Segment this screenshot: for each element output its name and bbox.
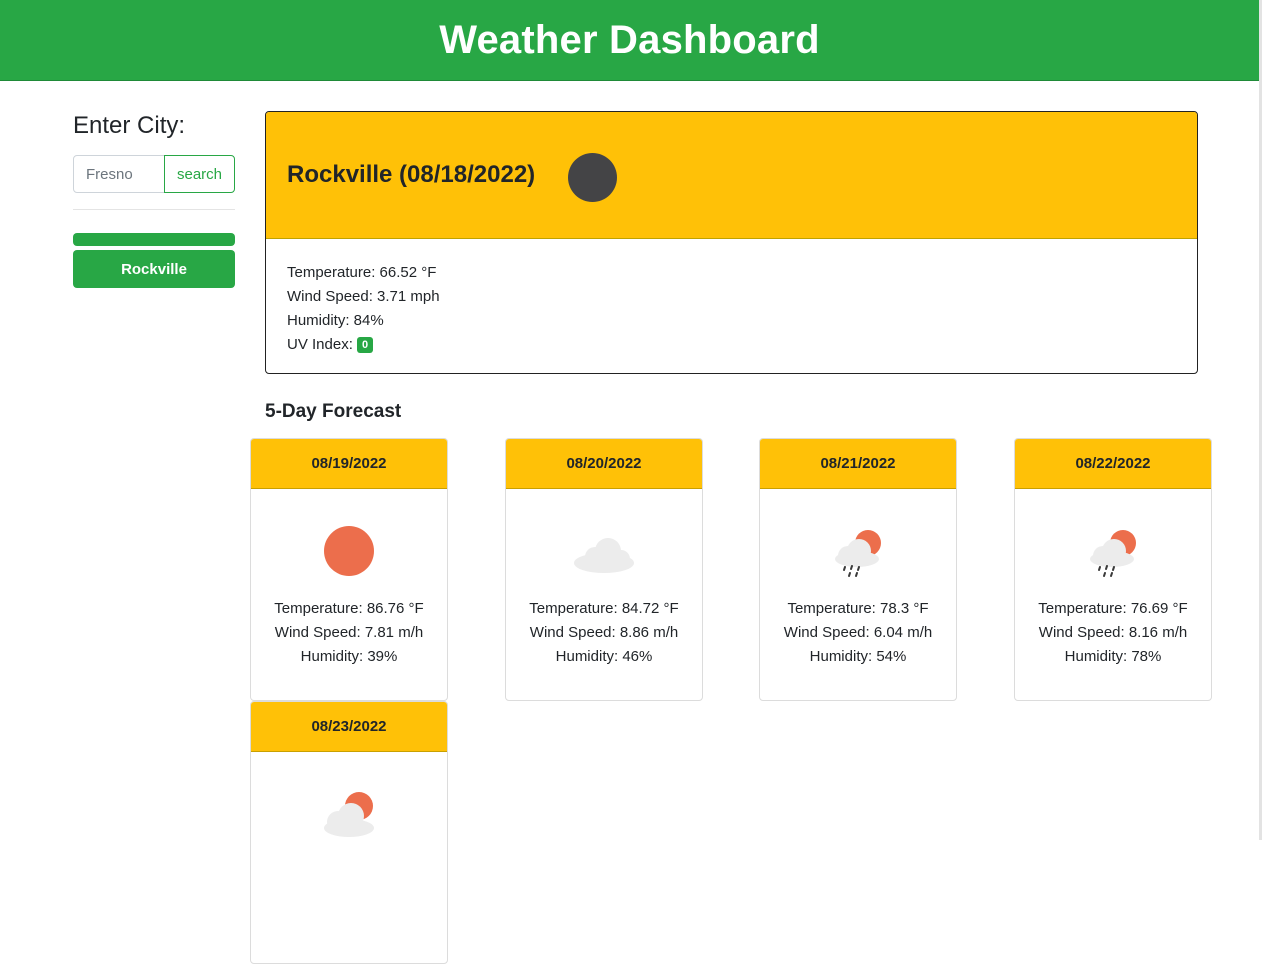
- forecast-card: 08/19/2022 Temperature: 86.76 °F Wind Sp…: [250, 438, 448, 701]
- forecast-title: 5-Day Forecast: [265, 401, 402, 422]
- forecast-date: 08/22/2022: [1015, 439, 1211, 489]
- forecast-date: 08/20/2022: [506, 439, 702, 489]
- current-city-title: Rockville (08/18/2022): [287, 161, 536, 188]
- forecast-temperature: Temperature: 78.3 °F: [787, 600, 929, 617]
- forecast-card: 08/23/2022: [250, 701, 448, 964]
- forecast-wind: Wind Speed: 7.81 m/h: [274, 624, 424, 641]
- forecast-card: 08/21/2022 Temperature: 78.3 °F Wind Spe…: [759, 438, 957, 701]
- cloud-sun-icon: [324, 792, 374, 837]
- forecast-date: 08/19/2022: [251, 439, 447, 489]
- forecast-temperature: Temperature: 86.76 °F: [274, 600, 424, 617]
- page-title: Weather Dashboard: [439, 17, 820, 62]
- history-button-rockville[interactable]: Rockville: [73, 250, 235, 288]
- uv-badge: 0: [357, 337, 374, 353]
- forecast-card: 08/22/2022 Temperature: 76.69 °F Wind Sp…: [1014, 438, 1212, 701]
- search-button[interactable]: search: [164, 155, 235, 193]
- forecast-temperature: Temperature: 84.72 °F: [529, 600, 679, 617]
- current-uv: UV Index: 0: [287, 333, 1197, 357]
- cloud-icon: [574, 538, 634, 573]
- uv-label: UV Index:: [287, 336, 358, 353]
- current-humidity: Humidity: 84%: [287, 312, 384, 329]
- forecast-date: 08/23/2022: [251, 702, 447, 752]
- current-weather-card: Rockville (08/18/2022) Temperature: 66.5…: [265, 111, 1198, 374]
- forecast-date: 08/21/2022: [760, 439, 956, 489]
- history-button-empty[interactable]: [73, 233, 235, 246]
- app-header: Weather Dashboard: [0, 0, 1259, 81]
- moon-icon: [568, 152, 618, 202]
- city-search-input[interactable]: [73, 155, 165, 193]
- current-weather-body: Temperature: 66.52 °F Wind Speed: 3.71 m…: [266, 239, 1197, 357]
- rain-sun-icon: [1090, 530, 1136, 577]
- current-temperature: Temperature: 66.52 °F: [287, 264, 437, 281]
- forecast-humidity: Humidity: 78%: [1064, 648, 1162, 665]
- forecast-humidity: Humidity: 46%: [555, 648, 653, 665]
- forecast-wind: Wind Speed: 8.16 m/h: [1038, 624, 1188, 641]
- forecast-card: 08/20/2022 Temperature: 84.72 °F Wind Sp…: [505, 438, 703, 701]
- city-label: Enter City:: [73, 112, 186, 139]
- forecast-temperature: Temperature: 76.69 °F: [1038, 600, 1188, 617]
- current-wind: Wind Speed: 3.71 mph: [287, 288, 440, 305]
- forecast-humidity: Humidity: 39%: [300, 648, 398, 665]
- sun-icon: [324, 526, 374, 576]
- rain-sun-icon: [835, 530, 881, 577]
- forecast-wind: Wind Speed: 8.86 m/h: [529, 624, 679, 641]
- current-weather-header: Rockville (08/18/2022): [266, 112, 1197, 239]
- forecast-wind: Wind Speed: 6.04 m/h: [783, 624, 933, 641]
- forecast-humidity: Humidity: 54%: [809, 648, 907, 665]
- sidebar-divider: [73, 209, 235, 210]
